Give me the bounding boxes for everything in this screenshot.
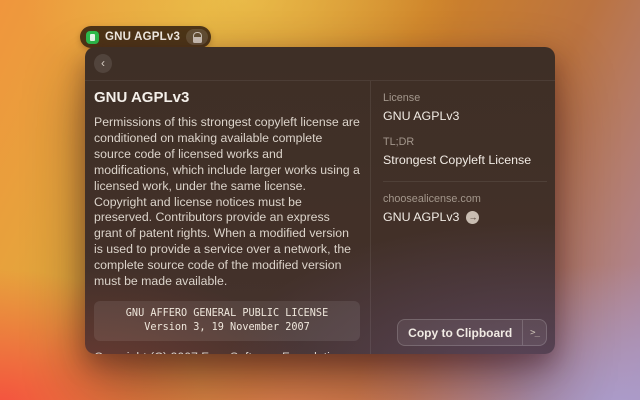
copy-to-clipboard-button[interactable]: Copy to Clipboard >_	[397, 319, 547, 346]
app-tab-label: GNU AGPLv3	[105, 31, 180, 43]
meta-value-license: GNU AGPLv3	[383, 109, 547, 123]
license-summary: Permissions of this strongest copyleft l…	[94, 115, 360, 290]
external-arrow-icon: →	[466, 211, 479, 224]
copyright-text: Copyright (C) 2007 Free Software Foundat…	[94, 350, 360, 354]
page-title: GNU AGPLv3	[94, 89, 360, 106]
lock-button[interactable]	[186, 29, 208, 45]
app-icon	[86, 31, 99, 44]
meta-label-tldr: TL;DR	[383, 136, 547, 148]
meta-label-license: License	[383, 92, 547, 104]
chevron-left-icon: ‹	[101, 57, 105, 69]
back-button[interactable]: ‹	[94, 54, 112, 73]
license-viewer-window: ‹ GNU AGPLv3 Permissions of this stronge…	[85, 47, 555, 354]
meta-label-choosealicense: choosealicense.com	[383, 193, 547, 205]
license-heading-box: GNU AFFERO GENERAL PUBLIC LICENSE Versio…	[94, 301, 360, 341]
window-header: ‹	[85, 47, 555, 81]
floating-app-tab[interactable]: GNU AGPLv3	[80, 26, 211, 48]
license-detail-pane: GNU AGPLv3 Permissions of this strongest…	[85, 81, 370, 354]
license-heading-line1: GNU AFFERO GENERAL PUBLIC LICENSE	[102, 307, 352, 321]
sidebar-separator	[383, 181, 547, 182]
license-heading-line2: Version 3, 19 November 2007	[102, 321, 352, 335]
shortcut-hint-icon: >_	[522, 320, 546, 345]
metadata-sidebar: License GNU AGPLv3 TL;DR Strongest Copyl…	[370, 81, 555, 354]
meta-value-tldr: Strongest Copyleft License	[383, 153, 547, 167]
choosealicense-link[interactable]: GNU AGPLv3 →	[383, 210, 547, 224]
